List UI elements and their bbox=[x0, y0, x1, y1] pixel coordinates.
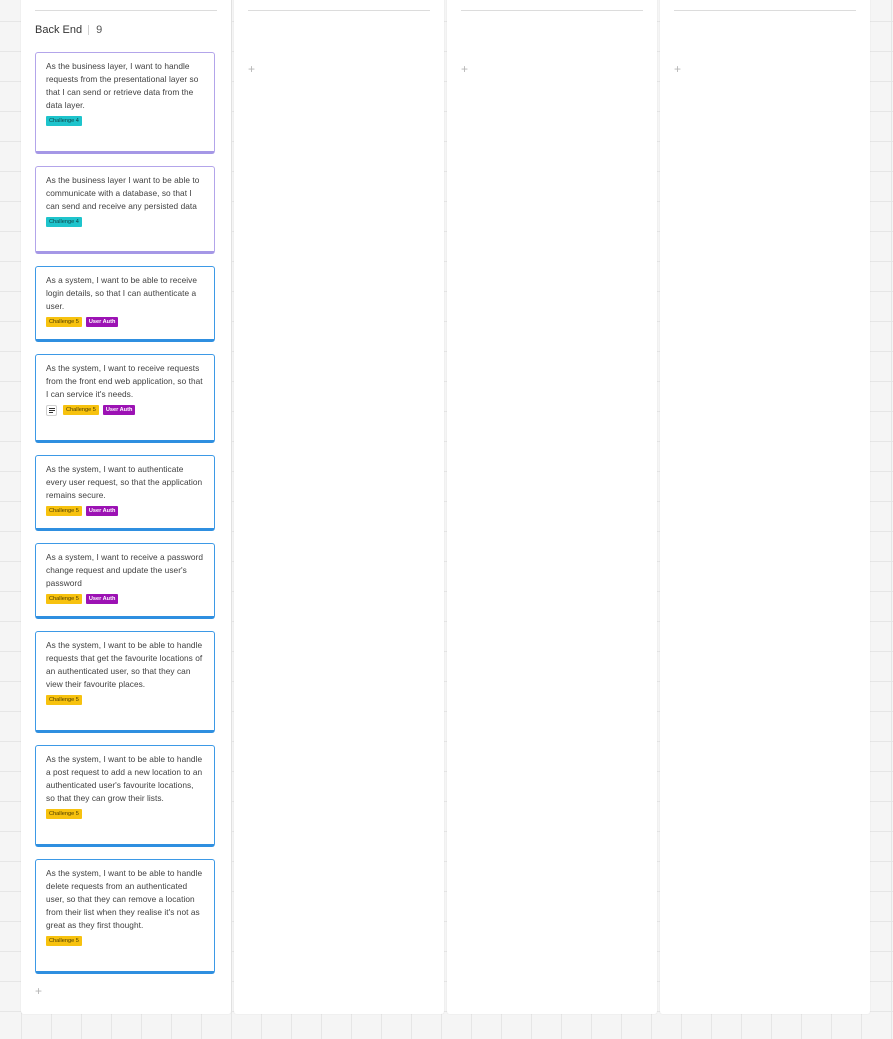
add-card-button[interactable]: + bbox=[674, 63, 681, 75]
card-text: As a system, I want to receive a passwor… bbox=[46, 552, 203, 588]
card-tags: Challenge 5 User Auth bbox=[46, 404, 204, 416]
tag-challenge-5[interactable]: Challenge 5 bbox=[46, 694, 82, 705]
card-text: As the system, I want to receive request… bbox=[46, 363, 203, 399]
card-text: As the system, I want to authenticate ev… bbox=[46, 464, 203, 500]
column-divider bbox=[674, 10, 856, 11]
tag-user-auth[interactable]: User Auth bbox=[102, 405, 136, 416]
column-title[interactable]: Back End bbox=[35, 24, 82, 36]
card-text: As the system, I want to be able to hand… bbox=[46, 640, 203, 689]
tag-challenge-5[interactable]: Challenge 5 bbox=[46, 505, 82, 516]
tag-user-auth[interactable]: User Auth bbox=[85, 593, 119, 604]
card-text: As the system, I want to be able to hand… bbox=[46, 868, 203, 930]
tag-user-auth[interactable]: User Auth bbox=[85, 505, 119, 516]
card-tags: Challenge 4 bbox=[46, 115, 204, 126]
tag-challenge-4[interactable]: Challenge 4 bbox=[46, 115, 82, 126]
column-header[interactable]: Back End 9 bbox=[35, 24, 102, 36]
count-separator bbox=[88, 25, 90, 35]
story-card[interactable]: As the system, I want to be able to hand… bbox=[35, 745, 215, 847]
kanban-column-back-end: Back End 9 As the business layer, I want… bbox=[21, 0, 231, 1014]
tag-challenge-5[interactable]: Challenge 5 bbox=[46, 316, 82, 327]
tag-challenge-5[interactable]: Challenge 5 bbox=[46, 593, 82, 604]
story-card[interactable]: As the business layer, I want to handle … bbox=[35, 52, 215, 154]
story-card[interactable]: As a system, I want to receive a passwor… bbox=[35, 543, 215, 619]
card-tags: Challenge 4 bbox=[46, 216, 204, 227]
column-divider bbox=[35, 10, 217, 11]
story-card[interactable]: As the system, I want to be able to hand… bbox=[35, 631, 215, 733]
tag-challenge-5[interactable]: Challenge 5 bbox=[46, 808, 82, 819]
add-card-button[interactable]: + bbox=[248, 63, 255, 75]
notes-icon[interactable] bbox=[46, 404, 57, 416]
add-card-button[interactable]: + bbox=[35, 985, 42, 997]
card-tags: Challenge 5 User Auth bbox=[46, 316, 204, 327]
tag-challenge-5[interactable]: Challenge 5 bbox=[46, 935, 82, 946]
column-divider bbox=[248, 10, 430, 11]
card-tags: Challenge 5 bbox=[46, 694, 204, 705]
story-card[interactable]: As the system, I want to be able to hand… bbox=[35, 859, 215, 974]
card-text: As the system, I want to be able to hand… bbox=[46, 754, 203, 803]
kanban-column: + bbox=[660, 0, 870, 1014]
column-card-count: 9 bbox=[96, 24, 103, 36]
tag-challenge-5[interactable]: Challenge 5 bbox=[63, 405, 99, 416]
card-tags: Challenge 5 bbox=[46, 808, 204, 819]
story-card[interactable]: As the system, I want to authenticate ev… bbox=[35, 455, 215, 531]
story-card[interactable]: As a system, I want to be able to receiv… bbox=[35, 266, 215, 342]
kanban-column: + bbox=[234, 0, 444, 1014]
card-tags: Challenge 5 bbox=[46, 935, 204, 946]
story-card[interactable]: As the business layer I want to be able … bbox=[35, 166, 215, 254]
story-card[interactable]: As the system, I want to receive request… bbox=[35, 354, 215, 443]
column-divider bbox=[461, 10, 643, 11]
tag-challenge-4[interactable]: Challenge 4 bbox=[46, 216, 82, 227]
card-tags: Challenge 5 User Auth bbox=[46, 505, 204, 516]
kanban-column: + bbox=[447, 0, 657, 1014]
card-tags: Challenge 5 User Auth bbox=[46, 593, 204, 604]
card-text: As a system, I want to be able to receiv… bbox=[46, 275, 198, 311]
add-card-button[interactable]: + bbox=[461, 63, 468, 75]
tag-user-auth[interactable]: User Auth bbox=[85, 316, 119, 327]
card-text: As the business layer, I want to handle … bbox=[46, 61, 199, 110]
card-text: As the business layer I want to be able … bbox=[46, 175, 200, 211]
